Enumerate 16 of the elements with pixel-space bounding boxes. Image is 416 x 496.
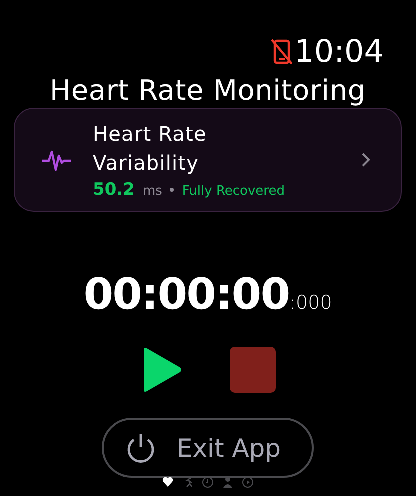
recovery-status: Fully Recovered [182,184,285,199]
exit-app-button[interactable]: Exit App [102,418,314,478]
unit-label: ms [142,184,162,199]
page-heart-icon[interactable] [162,476,174,488]
card-title: Heart Rate Variability [93,121,208,177]
clock-time: 10:04 [294,34,384,70]
screen-title: Heart Rate Monitoring [49,74,367,108]
elapsed-time: 00:00:00 [84,270,290,320]
separator-dot [170,188,174,192]
hrv-value: 50.2 [93,180,135,200]
hrv-card[interactable]: Heart Rate Variability 50.2 ms Fully Recovered [14,108,402,212]
page-person-icon[interactable] [222,476,234,488]
page-play-icon[interactable] [242,476,254,488]
page-clock-icon[interactable] [202,476,214,488]
chevron-icon [361,152,371,168]
milliseconds: :000 [290,292,332,314]
